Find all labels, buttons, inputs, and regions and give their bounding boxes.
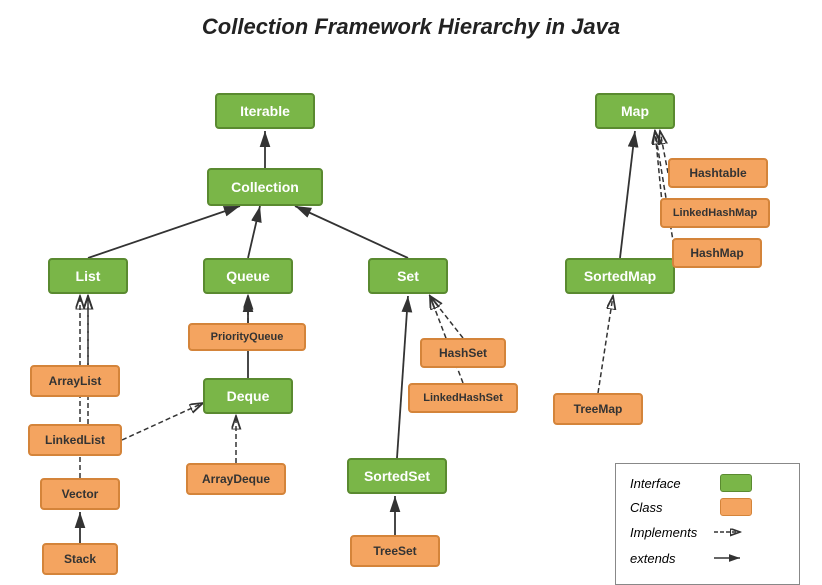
- node-vector: Vector: [40, 478, 120, 510]
- node-deque: Deque: [203, 378, 293, 414]
- node-treeset: TreeSet: [350, 535, 440, 567]
- node-hashtable: Hashtable: [668, 158, 768, 188]
- node-treemap: TreeMap: [553, 393, 643, 425]
- node-sortedmap: SortedMap: [565, 258, 675, 294]
- node-hashset: HashSet: [420, 338, 506, 368]
- node-linkedhashmap: LinkedHashMap: [660, 198, 770, 228]
- legend-implements-label: Implements: [630, 525, 710, 540]
- legend-class-label: Class: [630, 500, 710, 515]
- node-priorityqueue: PriorityQueue: [188, 323, 306, 351]
- node-collection: Collection: [207, 168, 323, 206]
- node-linkedhashset: LinkedHashSet: [408, 383, 518, 413]
- node-arraylist: ArrayList: [30, 365, 120, 397]
- node-arraydeque: ArrayDeque: [186, 463, 286, 495]
- node-set: Set: [368, 258, 448, 294]
- node-map: Map: [595, 93, 675, 129]
- node-iterable: Iterable: [215, 93, 315, 129]
- legend-extends-label: extends: [630, 551, 710, 566]
- legend-interface: Interface: [630, 474, 785, 492]
- legend-extends: extends: [630, 548, 785, 568]
- legend-interface-box: [720, 474, 752, 492]
- page-title: Collection Framework Hierarchy in Java: [0, 0, 822, 48]
- node-linkedlist: LinkedList: [28, 424, 122, 456]
- legend-class: Class: [630, 498, 785, 516]
- node-hashmap: HashMap: [672, 238, 762, 268]
- diagram: Iterable Collection List Queue Set Deque…: [0, 48, 822, 578]
- node-list: List: [48, 258, 128, 294]
- legend-class-box: [720, 498, 752, 516]
- legend-interface-label: Interface: [630, 476, 710, 491]
- legend-implements-arrow: [710, 522, 746, 542]
- node-sortedset: SortedSet: [347, 458, 447, 494]
- node-queue: Queue: [203, 258, 293, 294]
- legend-extends-arrow: [710, 548, 746, 568]
- legend-implements: Implements: [630, 522, 785, 542]
- legend: Interface Class Implements extends: [615, 463, 800, 585]
- node-stack: Stack: [42, 543, 118, 575]
